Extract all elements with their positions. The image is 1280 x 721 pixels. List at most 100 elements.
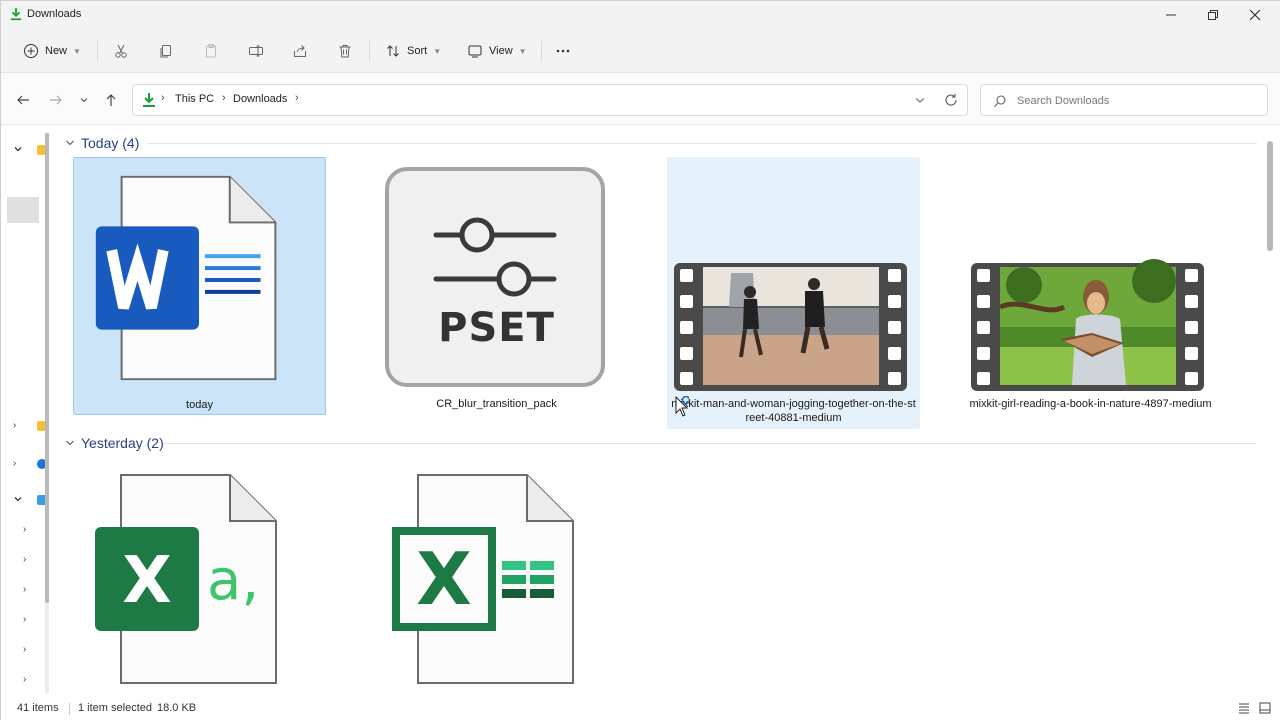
- chevron-right-icon: ›: [23, 674, 27, 685]
- nav-item-subfolder[interactable]: ›: [9, 521, 49, 541]
- rename-button[interactable]: [248, 39, 264, 63]
- close-button[interactable]: [1233, 1, 1277, 29]
- item-count: 41 items: [17, 702, 59, 714]
- search-box[interactable]: [980, 84, 1268, 116]
- file-tile-excel-sheet[interactable]: X: [370, 457, 623, 697]
- nav-item-onedrive[interactable]: ›: [9, 455, 49, 475]
- minimize-icon: [1166, 14, 1176, 16]
- nav-scrollbar-thumb[interactable]: [45, 133, 49, 603]
- nav-item-this-pc[interactable]: [9, 491, 49, 511]
- group-title: Today (4): [81, 135, 140, 151]
- restore-button[interactable]: [1191, 1, 1235, 29]
- close-icon: [1249, 9, 1261, 21]
- selection-size: 18.0 KB: [157, 702, 197, 714]
- title-bar: Downloads: [1, 1, 1280, 29]
- status-bar: 41 items 1 item selected 18.0 KB: [1, 697, 1280, 721]
- chevron-down-icon[interactable]: [913, 93, 927, 107]
- nav-selected-highlight: [7, 197, 39, 223]
- details-view-icon[interactable]: [1237, 701, 1251, 715]
- file-tile-today[interactable]: today: [73, 157, 326, 415]
- view-icon: [468, 45, 482, 58]
- window-title: Downloads: [27, 8, 82, 20]
- back-button[interactable]: [13, 90, 33, 110]
- chevron-down-icon: ▼: [518, 46, 527, 56]
- file-name: today: [186, 399, 213, 411]
- chevron-right-icon: ›: [13, 420, 17, 431]
- chevron-right-icon: ›: [23, 524, 27, 535]
- divider: [369, 41, 370, 61]
- chevron-down-icon: [14, 147, 22, 152]
- chevron-right-icon: ›: [23, 644, 27, 655]
- command-bar: New ▼ Sort ▼ View ▼: [1, 29, 1280, 73]
- nav-item-folder[interactable]: ›: [9, 417, 49, 437]
- file-tile-excel-csv[interactable]: X a,: [73, 457, 326, 697]
- nav-item-subfolder[interactable]: ›: [9, 581, 49, 601]
- group-divider: [147, 143, 1257, 144]
- preset-file-icon: [385, 167, 605, 387]
- excel-letter: X: [416, 537, 472, 621]
- view-label: View: [489, 45, 513, 57]
- download-icon: [10, 7, 22, 21]
- download-icon: [143, 93, 155, 107]
- cut-button[interactable]: [113, 39, 129, 63]
- delete-icon: [339, 45, 351, 58]
- nav-item-subfolder[interactable]: ›: [9, 611, 49, 631]
- share-button[interactable]: [292, 39, 308, 63]
- file-name: CR_blur_transition_pack: [436, 398, 557, 410]
- copy-button[interactable]: [158, 39, 174, 63]
- chevron-right-icon: ›: [23, 614, 27, 625]
- chevron-right-icon: ›: [161, 92, 165, 104]
- file-explorer-window: Downloads New ▼ Sort ▼ View ▼ › This PC …: [0, 0, 1280, 721]
- view-button[interactable]: View ▼: [467, 39, 527, 63]
- delete-button[interactable]: [337, 39, 353, 63]
- word-document-icon: [95, 175, 277, 381]
- chevron-down-icon: ▼: [73, 46, 81, 56]
- minimize-button[interactable]: [1149, 1, 1193, 29]
- breadcrumb-this-pc[interactable]: This PC: [175, 93, 214, 105]
- file-name: mixkit-man-and-woman-jogging-together-on…: [671, 398, 916, 424]
- excel-letter: X: [122, 544, 172, 618]
- content-scrollbar-thumb[interactable]: [1267, 141, 1273, 251]
- search-input[interactable]: [1017, 91, 1257, 111]
- group-header-yesterday[interactable]: Yesterday (2): [65, 433, 164, 453]
- file-list: Today (4) today PSET CR_blur_transition_…: [57, 125, 1280, 697]
- file-tile-video-reading[interactable]: mixkit-girl-reading-a-book-in-nature-489…: [964, 157, 1217, 429]
- rename-icon: [249, 45, 263, 57]
- paste-icon: [206, 44, 216, 58]
- recent-locations-button[interactable]: [74, 90, 94, 110]
- tiles-view-icon[interactable]: [1258, 701, 1272, 715]
- file-tile-pset[interactable]: PSET CR_blur_transition_pack: [370, 157, 623, 415]
- more-options-button[interactable]: [555, 39, 571, 63]
- forward-button[interactable]: [46, 90, 66, 110]
- plus-circle-icon: [24, 44, 38, 58]
- search-icon: [994, 95, 1006, 107]
- file-name: mixkit-girl-reading-a-book-in-nature-489…: [969, 398, 1212, 410]
- sort-label: Sort: [407, 45, 428, 57]
- divider: [541, 41, 542, 61]
- nav-item-subfolder[interactable]: ›: [9, 671, 49, 691]
- video-file-icon: [674, 263, 907, 391]
- nav-item-subfolder[interactable]: ›: [9, 641, 49, 661]
- file-tile-video-jogging[interactable]: mixkit-man-and-woman-jogging-together-on…: [667, 157, 920, 429]
- nav-item-quick-access[interactable]: [9, 141, 49, 161]
- breadcrumb-downloads[interactable]: Downloads: [233, 93, 287, 105]
- refresh-icon[interactable]: [943, 92, 959, 108]
- share-icon: [294, 45, 306, 57]
- up-button[interactable]: [101, 90, 121, 110]
- new-button[interactable]: New ▼: [23, 39, 81, 63]
- more-icon: [556, 49, 570, 53]
- chevron-down-icon: [66, 140, 74, 146]
- csv-suffix: a,: [207, 548, 260, 613]
- copy-icon: [160, 45, 171, 58]
- address-bar[interactable]: › This PC › Downloads ›: [132, 84, 968, 116]
- paste-button[interactable]: [203, 39, 219, 63]
- cut-icon: [115, 44, 127, 58]
- sort-button[interactable]: Sort ▼: [385, 39, 441, 63]
- nav-item-subfolder[interactable]: ›: [9, 551, 49, 571]
- chevron-down-icon: [80, 98, 88, 103]
- mouse-cursor-icon: [675, 396, 689, 417]
- group-title: Yesterday (2): [81, 435, 164, 451]
- arrow-right-icon: [50, 95, 62, 105]
- new-label: New: [45, 45, 68, 57]
- group-header-today[interactable]: Today (4): [65, 133, 139, 153]
